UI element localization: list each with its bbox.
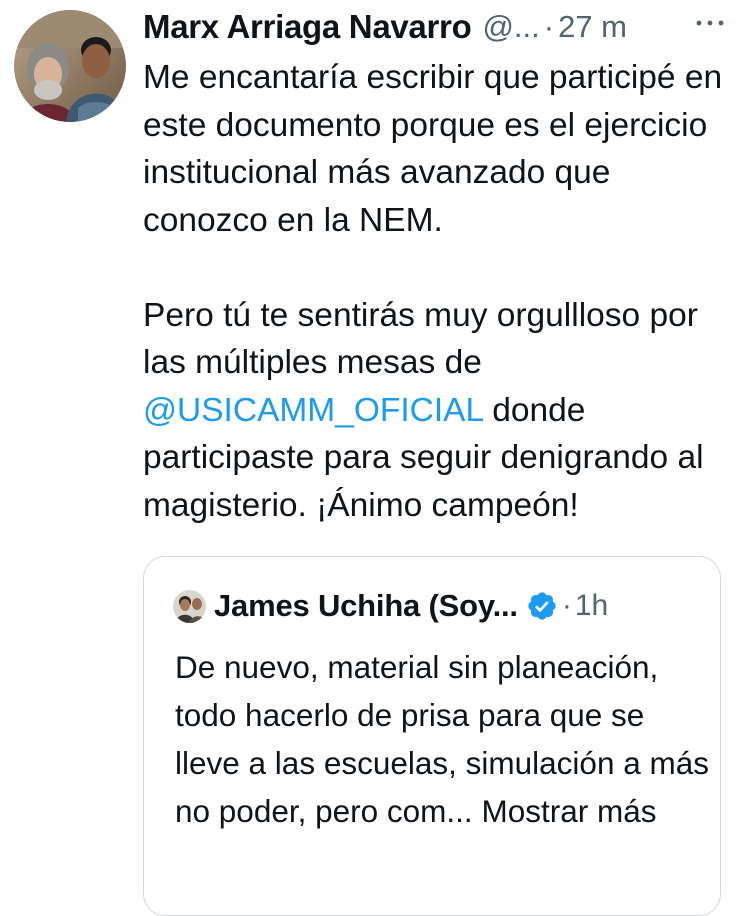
tweet: Marx Arriaga Navarro @... · 27 m Me enca… [0,0,738,916]
author-handle[interactable]: @... [482,9,539,45]
paragraph-2-start: Pero tú te sentirás muy orgullloso por l… [143,296,698,382]
tweet-paragraph-2: Pero tú te sentirás muy orgullloso por l… [143,292,733,530]
more-dots-icon [696,20,724,26]
author-avatar[interactable] [14,10,126,122]
author-name[interactable]: Marx Arriaga Navarro [143,8,472,46]
separator-dot: · [543,9,555,44]
quoted-tweet-card[interactable]: James Uchiha (Soy... · 1h De nuevo, mate… [143,556,721,916]
verified-badge-icon [526,590,558,622]
quoted-author-name: James Uchiha (Soy... [214,588,518,623]
quoted-tweet-header: James Uchiha (Soy... · 1h [173,583,608,629]
more-options-button[interactable] [692,8,728,38]
quoted-tweet-body: De nuevo, material sin planeación, todo … [175,643,715,835]
tweet-header: Marx Arriaga Navarro @... · 27 m [143,4,728,50]
small-profile-photo-icon [173,589,206,623]
show-more-link[interactable]: Mostrar más [481,793,656,829]
profile-photo-icon [14,10,126,122]
mention-link[interactable]: @USICAMM_OFICIAL [143,392,483,429]
tweet-body: Me encantaría escribir que participé en … [143,54,733,529]
quoted-separator-dot: · [561,589,572,622]
tweet-timestamp[interactable]: 27 m [558,9,627,45]
quoted-author-avatar [173,589,206,623]
tweet-paragraph-1: Me encantaría escribir que participé en … [143,59,723,239]
quoted-timestamp: 1h [574,589,609,622]
